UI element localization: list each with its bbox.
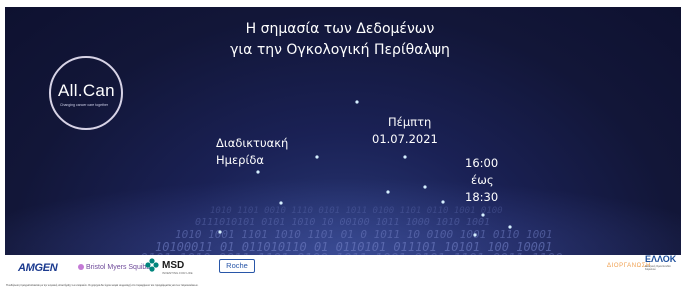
event-time: 16:00 έως 18:30 [465, 155, 498, 206]
event-title-line-1: Η σημασία των Δεδομένων [245, 21, 435, 37]
event-banner: 1010 1101 0010 1110 0101 1011 0100 1101 … [5, 7, 681, 255]
msd-logo-subtitle: INVENTING FOR LIFE [162, 271, 193, 275]
allcan-logo-tagline: Changing cancer care together [60, 103, 109, 107]
binary-row: 0111010101 0101 1010 10 00100 1011 1000 … [195, 217, 490, 228]
event-time-separator: έως [471, 173, 494, 187]
event-title-line-2: για την Ογκολογική Περίθαλψη [230, 42, 450, 58]
msd-logo: MSD [162, 260, 185, 271]
light-streak-tip [256, 170, 260, 174]
sponsor-footer: AMGEN Bristol Myers Squibb MSD INVENTING… [0, 254, 686, 304]
light-streak-tip [355, 100, 359, 104]
bms-dot-icon [78, 264, 84, 270]
disclaimer-text: Η εκδήλωση πραγματοποιείται με την ευγεν… [6, 284, 199, 287]
event-format: Διαδικτυακή Ημερίδα [216, 135, 288, 169]
light-streak-tip [508, 225, 512, 229]
msd-mark-icon [145, 258, 159, 272]
roche-logo: Roche [219, 259, 255, 273]
ellok-logo-subtitle: Ελληνική Ομοσπονδία Καρκίνου [645, 265, 671, 272]
event-time-end: 18:30 [465, 190, 499, 204]
light-streak-tip [423, 185, 427, 189]
ellok-logo: ΕΛΛΟΚ [645, 254, 677, 264]
amgen-logo: AMGEN [18, 262, 58, 274]
event-format-line-1: Διαδικτυακή [216, 136, 289, 150]
event-date: Πέμπτη 01.07.2021 [372, 114, 438, 148]
allcan-logo-name: All.Can [58, 81, 115, 100]
light-streak-tip [279, 201, 283, 205]
bms-logo: Bristol Myers Squibb [78, 264, 150, 271]
light-streak-tip [441, 200, 445, 204]
light-streak-tip [473, 233, 477, 237]
light-streak-tip [481, 213, 485, 217]
event-title: Η σημασία των Δεδομένων για την Ογκολογι… [210, 19, 470, 61]
event-time-start: 16:00 [465, 156, 499, 170]
light-streak-tip [218, 230, 222, 234]
event-day: Πέμπτη [388, 115, 432, 129]
light-streak-tip [386, 190, 390, 194]
event-format-line-2: Ημερίδα [216, 153, 264, 167]
bms-logo-text: Bristol Myers Squibb [86, 264, 151, 271]
light-streak-tip [403, 155, 407, 159]
event-date-value: 01.07.2021 [372, 132, 438, 146]
light-streak-tip [315, 155, 319, 159]
